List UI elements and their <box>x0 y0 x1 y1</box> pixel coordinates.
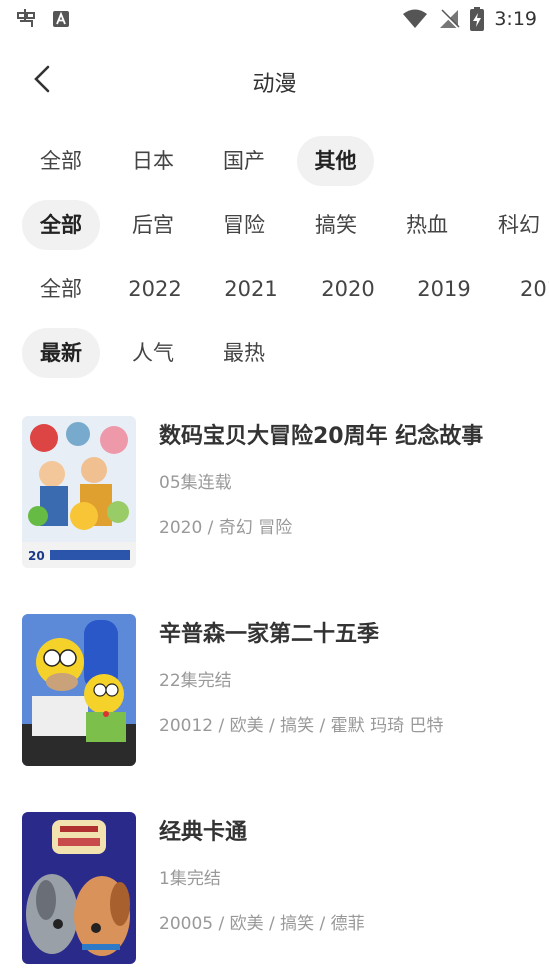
region-filter-row: 全部 日本 国产 其他 <box>0 136 549 188</box>
list-item[interactable]: 经典卡通 1集完结 20005 / 欧美 / 搞笑 / 德菲 <box>0 812 549 972</box>
genre-chip-comedy[interactable]: 搞笑 <box>297 200 375 250</box>
list-item[interactable]: 20 数码宝贝大冒险20周年 纪念故事 05集连载 2020 / 奇幻 冒险 <box>0 416 549 576</box>
year-chip-201x[interactable]: 201 <box>500 264 549 314</box>
episode-status: 22集完结 <box>159 671 232 691</box>
sort-chip-hottest[interactable]: 最热 <box>205 328 283 378</box>
app-header: 动漫 <box>0 50 549 110</box>
page-title: 动漫 <box>252 72 297 97</box>
episode-status: 1集完结 <box>159 869 221 889</box>
svg-text:20: 20 <box>28 549 45 563</box>
genre-chip-hotblood[interactable]: 热血 <box>388 200 466 250</box>
poster-image <box>22 614 136 766</box>
genre-filter-row: 全部 后宫 冒险 搞笑 热血 科幻 <box>0 200 549 252</box>
region-chip-other[interactable]: 其他 <box>297 136 374 186</box>
clock: 3:19 <box>494 8 537 30</box>
sort-chip-latest[interactable]: 最新 <box>22 328 100 378</box>
no-signal-icon <box>440 9 460 29</box>
list-item[interactable]: 辛普森一家第二十五季 22集完结 20012 / 欧美 / 搞笑 / 霍默 玛琦… <box>0 614 549 774</box>
year-chip-all[interactable]: 全部 <box>22 264 100 314</box>
genre-chip-scifi[interactable]: 科幻 <box>480 200 549 250</box>
region-chip-domestic[interactable]: 国产 <box>205 136 283 186</box>
genre-chip-all[interactable]: 全部 <box>22 200 100 250</box>
item-title: 数码宝贝大冒险20周年 纪念故事 <box>159 424 484 449</box>
poster-image <box>22 812 136 964</box>
poster-image: 20 <box>22 416 136 568</box>
item-title: 辛普森一家第二十五季 <box>159 622 380 647</box>
sort-chip-popular[interactable]: 人气 <box>114 328 192 378</box>
genre-chip-adventure[interactable]: 冒险 <box>205 200 283 250</box>
item-meta: 20005 / 欧美 / 搞笑 / 德菲 <box>159 914 365 934</box>
year-chip-2019[interactable]: 2019 <box>404 264 484 314</box>
battery-charging-icon <box>470 7 485 31</box>
year-chip-2020[interactable]: 2020 <box>308 264 388 314</box>
year-filter-row: 全部 2022 2021 2020 2019 201 <box>0 264 549 316</box>
a-notification-icon <box>53 11 69 27</box>
year-chip-2022[interactable]: 2022 <box>115 264 195 314</box>
sort-filter-row: 最新 人气 最热 <box>0 328 549 380</box>
year-chip-2021[interactable]: 2021 <box>211 264 291 314</box>
status-bar: 3:19 <box>0 0 549 38</box>
region-chip-japan[interactable]: 日本 <box>114 136 192 186</box>
app-notification-icon <box>17 9 35 27</box>
item-meta: 2020 / 奇幻 冒险 <box>159 518 293 538</box>
wifi-icon <box>403 9 428 28</box>
region-chip-all[interactable]: 全部 <box>22 136 100 186</box>
genre-chip-harem[interactable]: 后宫 <box>114 200 192 250</box>
episode-status: 05集连载 <box>159 473 232 493</box>
item-meta: 20012 / 欧美 / 搞笑 / 霍默 玛琦 巴特 <box>159 716 444 736</box>
item-title: 经典卡通 <box>159 820 248 845</box>
